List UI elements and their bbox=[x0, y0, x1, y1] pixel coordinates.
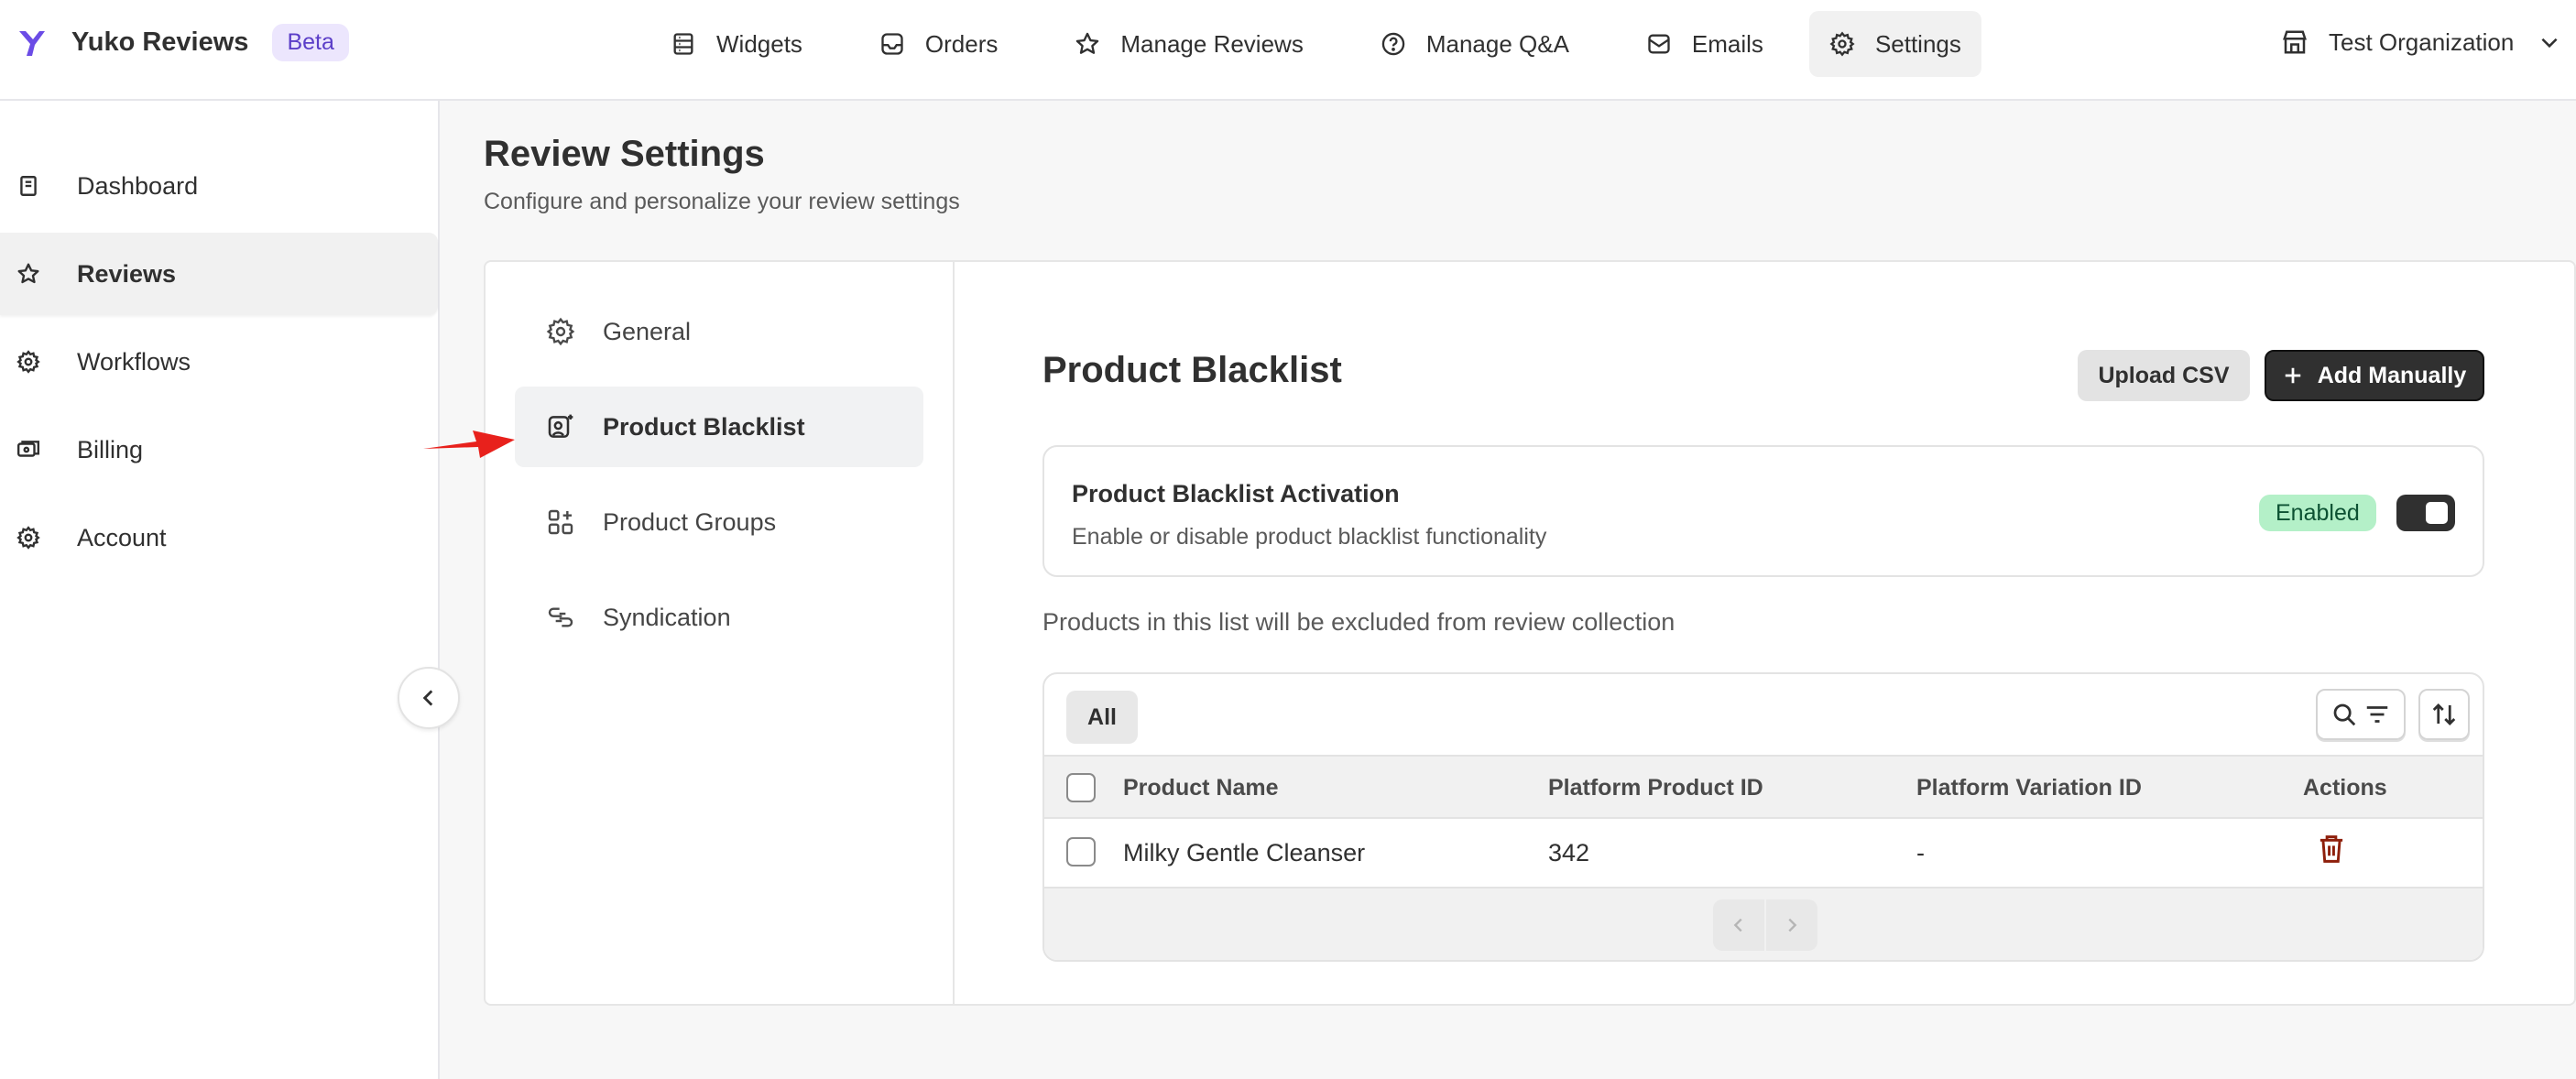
main-nav: Widgets Orders Manage Reviews Manage Q&A… bbox=[650, 11, 2018, 77]
sidebar-item-billing[interactable]: Billing bbox=[0, 409, 438, 491]
nav-label: Emails bbox=[1691, 29, 1763, 58]
page-subtitle: Configure and personalize your review se… bbox=[484, 189, 960, 214]
previous-page-button[interactable] bbox=[1713, 899, 1764, 951]
filter-icon bbox=[2366, 706, 2388, 723]
cell-platform-product-id: 342 bbox=[1548, 839, 1590, 866]
delete-trash-icon[interactable] bbox=[2318, 834, 2345, 865]
upload-csv-button[interactable]: Upload CSV bbox=[2078, 350, 2250, 401]
column-header-actions: Actions bbox=[2303, 775, 2387, 801]
upload-csv-label: Upload CSV bbox=[2098, 362, 2230, 388]
nav-label: Widgets bbox=[716, 29, 802, 58]
yuko-logo-icon bbox=[19, 31, 45, 56]
credit-card-icon bbox=[16, 441, 40, 457]
sidebar-item-label: Billing bbox=[77, 435, 144, 463]
beta-badge: Beta bbox=[272, 23, 349, 61]
nav-item-orders[interactable]: Orders bbox=[859, 11, 1018, 77]
sidebar-item-reviews[interactable]: Reviews bbox=[0, 233, 438, 315]
nav-item-settings[interactable]: Settings bbox=[1808, 11, 1981, 77]
nav-label: Manage Reviews bbox=[1120, 29, 1304, 58]
add-manually-label: Add Manually bbox=[2317, 362, 2467, 388]
status-badge: Enabled bbox=[2259, 495, 2376, 531]
add-manually-button[interactable]: Add Manually bbox=[2265, 350, 2484, 401]
nav-label: Manage Q&A bbox=[1425, 29, 1569, 58]
sidebar-item-label: Account bbox=[77, 523, 167, 551]
nav-item-widgets[interactable]: Widgets bbox=[650, 11, 823, 77]
sidebar-item-account[interactable]: Account bbox=[0, 496, 438, 579]
row-checkbox[interactable] bbox=[1066, 837, 1096, 866]
sidebar-item-dashboard[interactable]: Dashboard bbox=[0, 145, 438, 227]
column-header-product-name: Product Name bbox=[1123, 775, 1279, 801]
organization-name: Test Organization bbox=[2329, 27, 2515, 56]
gear-icon bbox=[16, 526, 40, 550]
settings-tab-product-groups[interactable]: Product Groups bbox=[515, 482, 923, 562]
inbox-icon bbox=[881, 33, 903, 55]
nav-label: Orders bbox=[924, 29, 999, 58]
sidebar-item-workflows[interactable]: Workflows bbox=[0, 321, 438, 403]
collapse-sidebar-button[interactable] bbox=[398, 667, 460, 729]
settings-tab-label: Product Groups bbox=[603, 507, 777, 536]
settings-tab-label: Syndication bbox=[603, 603, 731, 631]
sidebar-item-label: Dashboard bbox=[77, 171, 199, 200]
sidebar-item-label: Reviews bbox=[77, 259, 177, 288]
nav-item-manage-qa[interactable]: Manage Q&A bbox=[1360, 11, 1589, 77]
chevron-right-icon bbox=[1788, 918, 1797, 932]
activation-card: Product Blacklist Activation Enable or d… bbox=[1042, 445, 2484, 577]
question-circle-icon bbox=[1381, 32, 1405, 56]
settings-tab-label: Product Blacklist bbox=[603, 412, 805, 441]
search-filter-button[interactable] bbox=[2316, 689, 2406, 740]
chevron-left-icon bbox=[1733, 918, 1742, 932]
nav-item-manage-reviews[interactable]: Manage Reviews bbox=[1054, 11, 1323, 77]
product-blacklist-icon bbox=[548, 414, 573, 438]
sort-button[interactable] bbox=[2418, 689, 2470, 740]
cell-platform-variation-id: - bbox=[1916, 839, 1925, 866]
tab-all[interactable]: All bbox=[1066, 691, 1138, 744]
activation-title: Product Blacklist Activation bbox=[1072, 480, 1400, 507]
widgets-icon bbox=[673, 33, 693, 55]
next-page-button[interactable] bbox=[1766, 899, 1817, 951]
star-icon bbox=[17, 263, 39, 284]
column-header-platform-product-id: Platform Product ID bbox=[1548, 775, 1763, 801]
table-row[interactable]: Milky Gentle Cleanser 342 - bbox=[1044, 819, 2483, 888]
star-icon bbox=[1076, 32, 1099, 54]
brand[interactable]: Yuko Reviews Beta bbox=[16, 23, 349, 61]
select-all-checkbox[interactable] bbox=[1066, 773, 1096, 802]
top-navigation-bar: Yuko Reviews Beta Widgets Orders Manage … bbox=[0, 0, 2576, 101]
gear-icon bbox=[546, 317, 575, 346]
settings-tab-syndication[interactable]: Syndication bbox=[515, 577, 923, 658]
search-icon bbox=[2333, 703, 2356, 726]
link-icon bbox=[548, 607, 573, 627]
page-title: Review Settings bbox=[484, 134, 765, 174]
pagination bbox=[1713, 899, 1817, 951]
table-header: Product Name Platform Product ID Platfor… bbox=[1044, 755, 2483, 819]
settings-tab-general[interactable]: General bbox=[515, 291, 923, 372]
sidebar-item-label: Workflows bbox=[77, 347, 191, 376]
brand-name: Yuko Reviews bbox=[71, 27, 249, 57]
email-icon bbox=[1648, 34, 1670, 54]
activation-description: Enable or disable product blacklist func… bbox=[1072, 524, 1547, 550]
toggle-knob bbox=[2426, 502, 2448, 524]
cell-product-name: Milky Gentle Cleanser bbox=[1123, 839, 1366, 866]
section-title: Product Blacklist bbox=[1042, 350, 1342, 390]
chevron-down-icon bbox=[2541, 38, 2558, 49]
table-footer bbox=[1044, 888, 2483, 960]
settings-tab-label: General bbox=[603, 317, 692, 345]
blacklist-table: All Product Name Platform Product ID Pla… bbox=[1042, 672, 2484, 962]
nav-label: Settings bbox=[1874, 29, 1961, 58]
annotation-arrow-icon bbox=[423, 431, 515, 458]
plus-icon bbox=[2285, 367, 2300, 384]
activation-toggle[interactable] bbox=[2396, 495, 2455, 531]
nav-item-emails[interactable]: Emails bbox=[1626, 11, 1784, 77]
info-text: Products in this list will be excluded f… bbox=[1042, 608, 1675, 636]
settings-tab-product-blacklist[interactable]: Product Blacklist bbox=[515, 387, 923, 467]
book-icon bbox=[20, 176, 37, 196]
gear-icon bbox=[16, 350, 40, 374]
chevron-left-icon bbox=[422, 690, 433, 706]
organization-switcher[interactable]: Test Organization bbox=[2281, 22, 2561, 62]
apps-icon bbox=[548, 509, 573, 535]
column-header-platform-variation-id: Platform Variation ID bbox=[1916, 775, 2142, 801]
sort-icon bbox=[2432, 703, 2456, 725]
store-icon bbox=[2283, 30, 2307, 54]
settings-divider bbox=[953, 262, 955, 1004]
gear-icon bbox=[1829, 31, 1855, 57]
